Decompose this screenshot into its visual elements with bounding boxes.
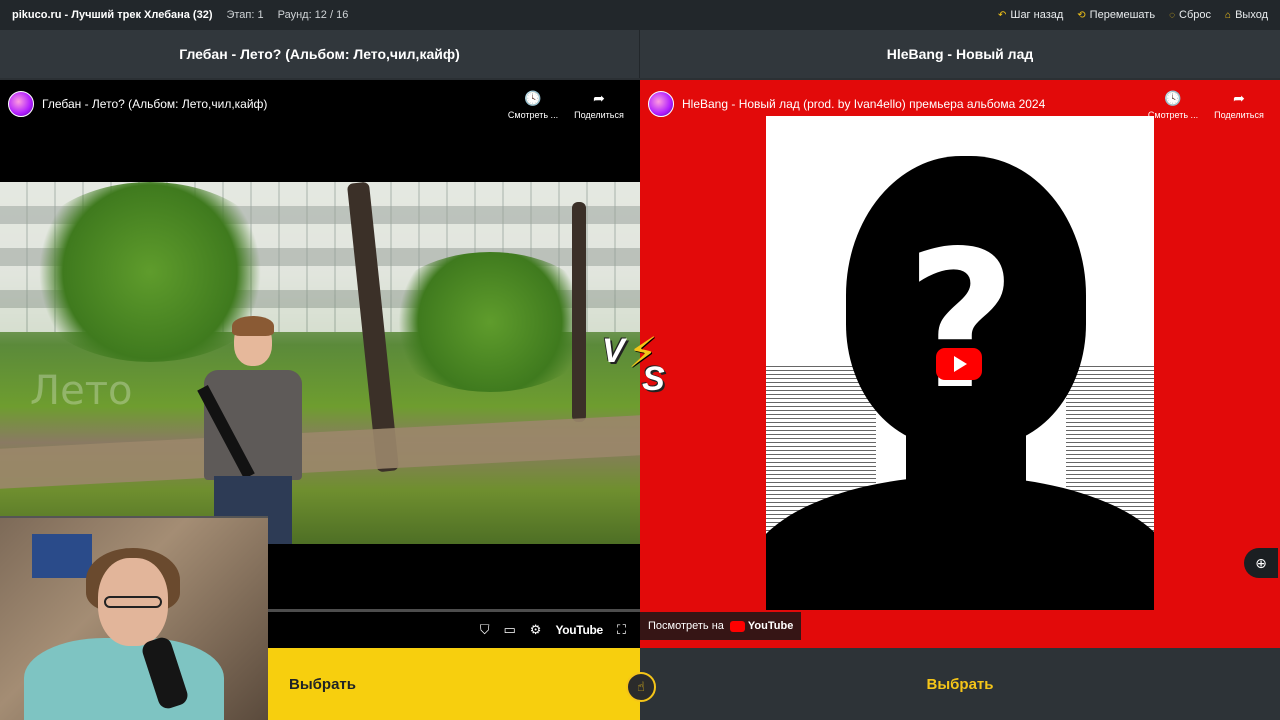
overlay-title-text: Лето — [30, 368, 133, 414]
shuffle-button[interactable]: ⟲ Перемешать — [1077, 9, 1155, 21]
reset-label: Сброс — [1179, 9, 1212, 21]
round-label: Раунд: 12 / 16 — [277, 9, 349, 21]
watch-later-label: Смотреть ... — [1147, 110, 1199, 120]
versus-badge: V ⚡ S — [600, 326, 680, 406]
dirt-path — [0, 415, 640, 489]
right-video-player[interactable]: HleBang - Новый лад (prod. by Ivan4ello)… — [640, 80, 1280, 648]
watch-later-button[interactable]: 🕓 Смотреть ... — [506, 90, 560, 120]
step-back-label: Шаг назад — [1010, 9, 1064, 21]
tree-foliage — [380, 252, 600, 392]
watch-later-button[interactable]: 🕓 Смотреть ... — [1146, 90, 1200, 120]
left-track-header: Глебан - Лето? (Альбом: Лето,чил,кайф) — [0, 30, 640, 78]
stage-label: Этап: 1 — [226, 9, 264, 21]
versus-v: V — [602, 332, 625, 370]
shield-icon[interactable]: ⛉ — [480, 622, 490, 638]
boy-figure — [197, 316, 304, 544]
fullscreen-icon[interactable]: ⛶ — [617, 622, 626, 638]
clock-icon: 🕓 — [524, 90, 542, 106]
exit-label: Выход — [1235, 9, 1268, 21]
clock-icon: 🕓 — [1164, 90, 1182, 106]
right-video-header: HleBang - Новый лад (prod. by Ivan4ello)… — [640, 80, 1280, 128]
home-icon: ⌂ — [1225, 9, 1232, 21]
shuffle-icon: ⟲ — [1077, 9, 1086, 21]
reset-button[interactable]: ◌ Сброс — [1169, 9, 1211, 21]
left-video-header: Глебан - Лето? (Альбом: Лето,чил,кайф) 🕓… — [0, 80, 640, 128]
subtitles-icon[interactable]: ▭ — [503, 622, 515, 638]
watch-later-label: Смотреть ... — [507, 110, 559, 120]
right-video-title[interactable]: HleBang - Новый лад (prod. by Ivan4ello)… — [682, 97, 1045, 111]
watch-on-label: Посмотреть на — [648, 620, 724, 632]
glasses — [104, 596, 162, 608]
youtube-logo-link[interactable]: YouTube — [555, 623, 603, 637]
gear-icon[interactable]: ⚙ — [530, 622, 542, 638]
choose-left-button[interactable]: Выбрать — [268, 648, 640, 720]
play-button-icon[interactable] — [936, 348, 982, 380]
choose-right-button[interactable]: Выбрать — [640, 648, 1280, 720]
share-button[interactable]: ➦ Поделиться — [572, 90, 626, 120]
pointer-cursor-icon: ☝ — [626, 672, 656, 702]
channel-avatar[interactable] — [8, 91, 34, 117]
channel-avatar[interactable] — [648, 91, 674, 117]
site-title: pikuco.ru - Лучший трек Хлебана (32) — [12, 9, 213, 21]
share-button[interactable]: ➦ Поделиться — [1212, 90, 1266, 120]
youtube-play-icon — [729, 620, 745, 632]
share-label: Поделиться — [1214, 110, 1264, 120]
share-icon: ➦ — [1233, 90, 1245, 106]
shuffle-label: Перемешать — [1089, 9, 1156, 21]
tree-trunk — [572, 202, 586, 422]
step-back-button[interactable]: ↶ Шаг назад — [998, 9, 1063, 21]
top-actions: ↶ Шаг назад ⟲ Перемешать ◌ Сброс ⌂ Выход — [998, 9, 1268, 21]
question-mark-icon: ? — [906, 210, 1017, 431]
right-video-actions: 🕓 Смотреть ... ➦ Поделиться — [1146, 90, 1266, 120]
left-video-actions: 🕓 Смотреть ... ➦ Поделиться — [506, 90, 626, 120]
video-frame-park: Лето — [0, 182, 640, 544]
app-root: pikuco.ru - Лучший трек Хлебана (32) Эта… — [0, 0, 1280, 720]
left-video-title[interactable]: Глебан - Лето? (Альбом: Лето,чил,кайф) — [42, 97, 267, 111]
share-icon: ➦ — [593, 90, 605, 106]
watch-on-youtube-link[interactable]: Посмотреть на YouTube — [640, 612, 802, 640]
top-bar: pikuco.ru - Лучший трек Хлебана (32) Эта… — [0, 0, 1280, 30]
zoom-widget-icon[interactable]: ⊕ — [1244, 548, 1278, 578]
right-track-header: HleBang - Новый лад — [640, 30, 1280, 78]
share-label: Поделиться — [574, 110, 624, 120]
undo-icon: ↶ — [997, 9, 1007, 21]
youtube-logo: YouTube — [729, 620, 793, 632]
reset-icon: ◌ — [1169, 9, 1176, 21]
versus-s: S — [642, 360, 665, 398]
exit-button[interactable]: ⌂ Выход — [1225, 9, 1268, 21]
streamer-webcam — [0, 516, 268, 720]
